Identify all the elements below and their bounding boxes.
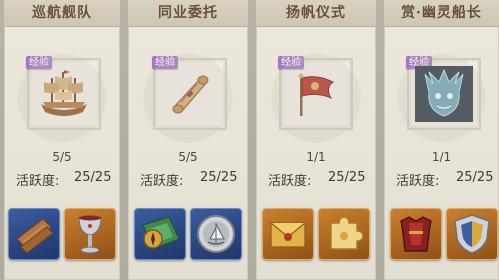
scroll-icon [172,75,209,114]
silver-goblet-icon [78,215,102,254]
shield-badge-icon [454,214,490,254]
card-title-bar: 同业委托 [128,0,248,27]
red-flag-icon [298,73,334,116]
card-gap [376,0,384,280]
golden-envelope-icon [270,222,306,248]
reward-item[interactable] [190,208,242,260]
progress-count: 5/5 [52,150,72,164]
card-gap [248,0,256,280]
activity-value: 25/25 [74,170,112,185]
reward-item[interactable] [8,208,60,260]
progress-count: 1/1 [431,150,452,164]
reward-item[interactable] [134,208,186,260]
wooden-planks-icon [16,218,54,254]
activity-label: 活跃度: [268,174,312,189]
red-armor-icon [400,216,432,252]
task-card-cruise-fleet[interactable]: 巡航舰队 经验 5/5 活跃度: 25/25 [4,0,120,280]
reward-item[interactable] [64,208,116,260]
reward-item[interactable] [318,208,370,260]
sailing-ship-icon [41,70,87,116]
progress-count: 5/5 [178,150,198,164]
puzzle-piece-icon [330,216,364,250]
card-title-bar: 赏·幽灵船长 [384,0,499,27]
activity-value: 25/25 [456,170,494,185]
activity-value: 25/25 [328,170,366,185]
ghost-captain-icon [415,66,473,122]
card-gap [120,0,128,280]
card-title: 扬帆仪式 [286,5,346,21]
card-title: 同业委托 [158,5,218,21]
activity-label: 活跃度: [140,174,184,189]
item-frame[interactable]: 经验 [406,56,481,130]
card-title-bar: 扬帆仪式 [256,0,376,27]
progress-count: 1/1 [306,150,326,164]
card-title: 赏·幽灵船长 [401,5,482,21]
reward-item[interactable] [446,208,498,260]
task-card-peer-commission[interactable]: 同业委托 经验 5/5 活跃度: 25/25 [128,0,248,280]
reward-item[interactable] [390,208,442,260]
item-frame[interactable]: 经验 [278,56,353,130]
map-compass-icon [142,216,180,250]
card-title: 巡航舰队 [32,5,92,21]
reward-item[interactable] [262,208,314,260]
activity-label: 活跃度: [396,174,440,189]
activity-value: 25/25 [200,170,238,185]
activity-label: 活跃度: [16,174,60,189]
item-frame[interactable]: 经验 [26,56,101,130]
task-card-ghost-captain[interactable]: 赏·幽灵船长 经验 1/1 活跃度: 25/25 [384,0,499,280]
silver-sail-coin-icon [197,215,235,253]
task-card-sail-ceremony[interactable]: 扬帆仪式 经验 1/1 活跃度: 25/25 [256,0,376,280]
item-frame[interactable]: 经验 [152,56,227,130]
card-title-bar: 巡航舰队 [4,0,120,27]
